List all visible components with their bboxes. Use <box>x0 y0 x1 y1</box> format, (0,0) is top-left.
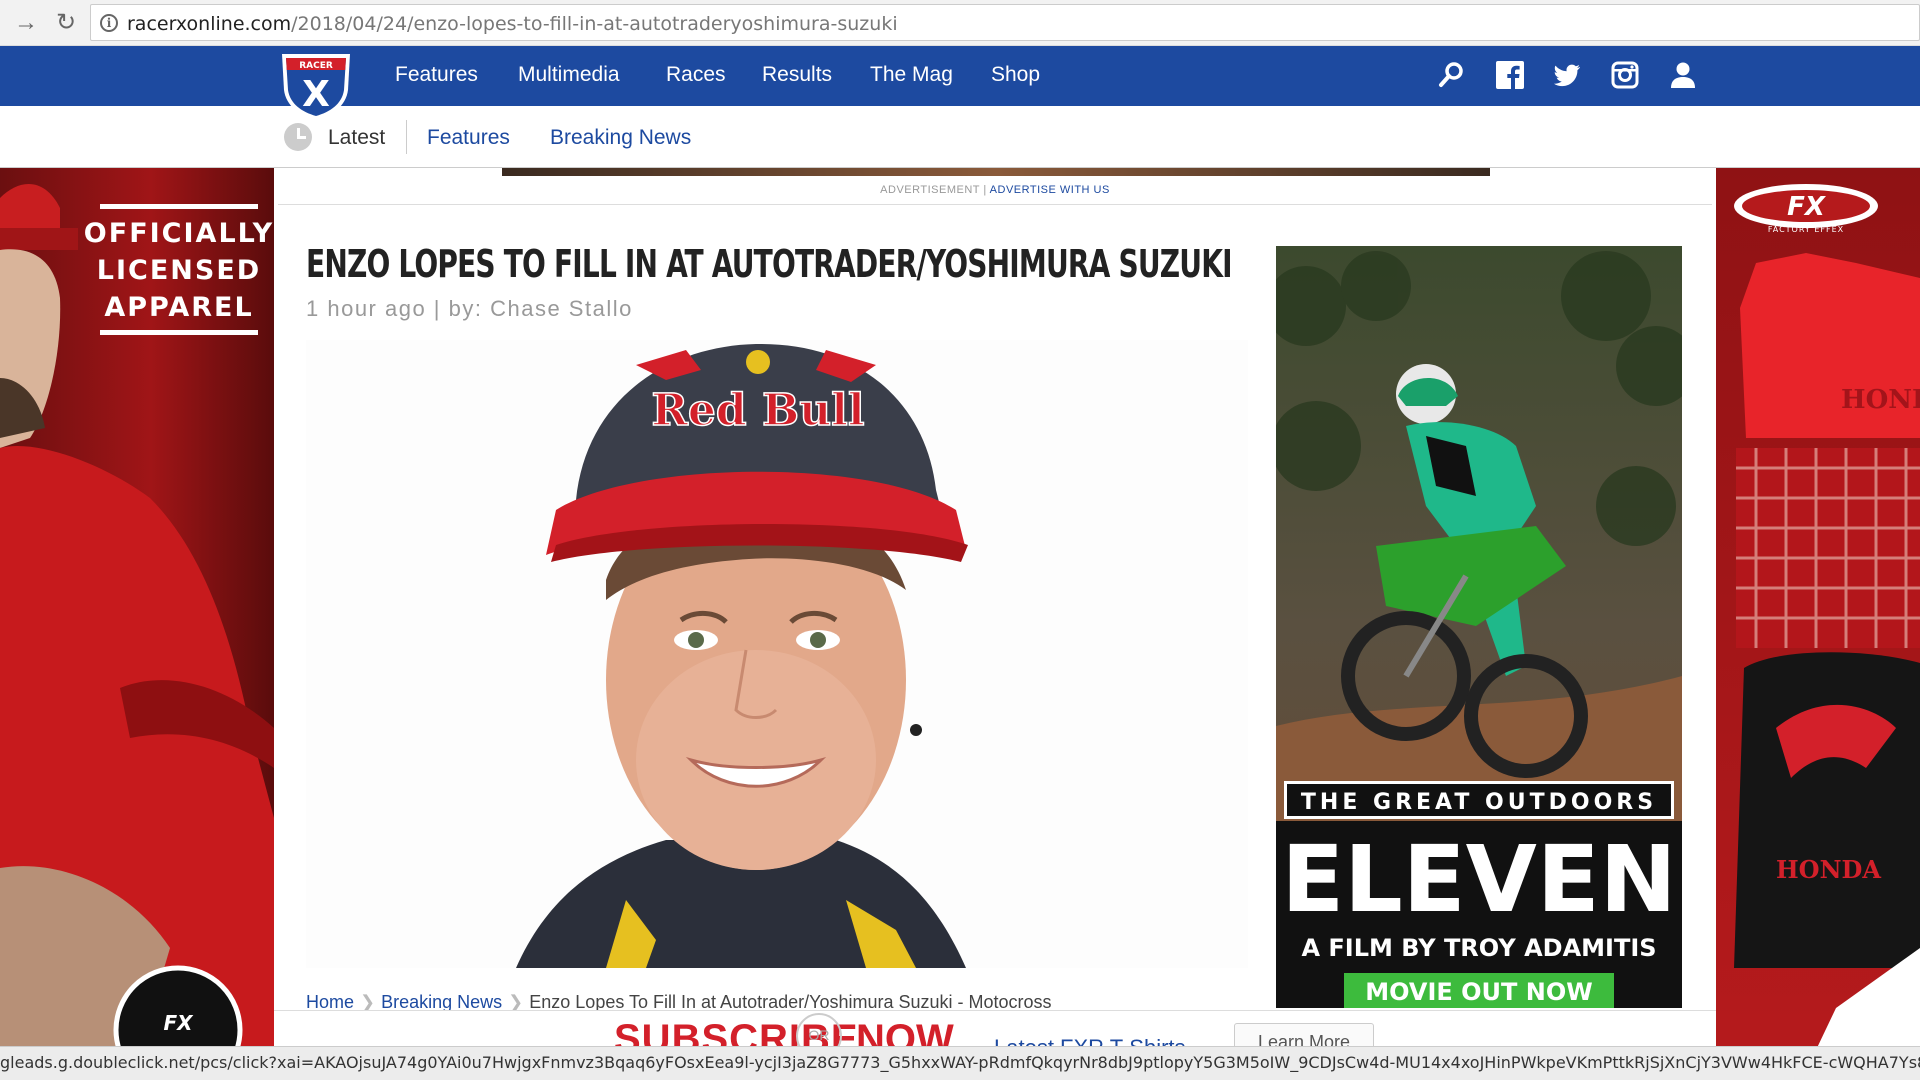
nav-features[interactable]: Features <box>395 63 478 87</box>
twitter-icon[interactable] <box>1552 60 1582 90</box>
sidebar-ad-line1: THE GREAT OUTDOORS <box>1301 790 1657 815</box>
nav-shop[interactable]: Shop <box>991 63 1040 87</box>
svg-text:Red Bull: Red Bull <box>651 385 864 436</box>
subnav-features[interactable]: Features <box>427 126 510 150</box>
sidebar-ad-line3: A FILM BY TROY ADAMITIS <box>1301 934 1656 962</box>
article-title: ENZO LOPES TO FILL IN AT AUTOTRADER/YOSH… <box>306 242 1233 286</box>
user-icon[interactable] <box>1668 60 1698 90</box>
nav-races[interactable]: Races <box>666 63 726 87</box>
breadcrumb-arrow-icon: ❯ <box>508 992 524 1012</box>
nav-multimedia[interactable]: Multimedia <box>518 63 620 87</box>
right-ad-brand: FX <box>1787 192 1827 222</box>
top-banner-ad[interactable] <box>502 168 1490 176</box>
right-ad-honda1: HONDA <box>1841 385 1920 415</box>
right-ad-graphic: FX FACTORY EFFEX HONDA HONDA <box>1734 184 1920 1050</box>
breadcrumb-current: Enzo Lopes To Fill In at Autotrader/Yosh… <box>529 992 1052 1012</box>
breadcrumb-breaking-news[interactable]: Breaking News <box>381 992 502 1012</box>
reload-icon[interactable]: ↻ <box>52 9 80 37</box>
nav-results[interactable]: Results <box>762 63 832 87</box>
info-icon[interactable]: i <box>100 14 118 32</box>
logo-letter: X <box>302 74 330 115</box>
right-ad-honda2: HONDA <box>1776 855 1881 884</box>
left-ad-line1: OFFICIALLY <box>84 218 274 249</box>
ad-label: ADVERTISEMENT | ADVERTISE WITH US <box>880 184 1110 196</box>
browser-toolbar: → ↻ i racerxonline.com/2018/04/24/enzo-l… <box>0 0 1920 46</box>
racerx-logo[interactable]: RACER X <box>276 50 356 122</box>
breadcrumb-home[interactable]: Home <box>306 992 354 1012</box>
sidebar-ad-line2: ELEVEN <box>1281 826 1676 933</box>
sidebar-ad-eleven[interactable]: THE GREAT OUTDOORS ELEVEN A FILM BY TROY… <box>1276 246 1682 1008</box>
left-ad-graphic: OFFICIALLY LICENSED APPAREL FX <box>0 184 274 1050</box>
left-ad-badge: FX <box>163 1011 194 1035</box>
subnav-divider <box>406 120 407 154</box>
clock-icon <box>284 123 312 151</box>
facebook-icon[interactable] <box>1495 60 1525 90</box>
address-bar[interactable]: i racerxonline.com/2018/04/24/enzo-lopes… <box>90 4 1920 41</box>
instagram-icon[interactable] <box>1610 60 1640 90</box>
forward-icon[interactable]: → <box>12 9 40 37</box>
breadcrumb-arrow-icon: ❯ <box>360 992 376 1012</box>
search-icon[interactable] <box>1437 60 1467 90</box>
sticky-subscribe-bar: SUBSCRIBE OR NOW Latest FXR T-Shirts Lea… <box>274 1010 1716 1050</box>
browser-status-bar: gleads.g.doubleclick.net/pcs/click?xai=A… <box>0 1046 1920 1080</box>
nav-the-mag[interactable]: The Mag <box>870 63 953 87</box>
left-ad-line3: APPAREL <box>104 292 253 323</box>
advertise-link[interactable]: ADVERTISE WITH US <box>990 184 1110 196</box>
url-text: racerxonline.com/2018/04/24/enzo-lopes-t… <box>127 13 898 35</box>
content-area: ADVERTISEMENT | ADVERTISE WITH US ENZO L… <box>274 168 1716 1050</box>
right-ad-sub: FACTORY EFFEX <box>1768 225 1844 234</box>
status-url: gleads.g.doubleclick.net/pcs/click?xai=A… <box>0 1053 1920 1072</box>
sidebar-ad-graphic: THE GREAT OUTDOORS ELEVEN A FILM BY TROY… <box>1276 246 1682 1008</box>
left-ad-line2: LICENSED <box>97 255 261 286</box>
right-skin-ad[interactable]: FX FACTORY EFFEX HONDA HONDA <box>1716 168 1920 1050</box>
subnav-latest[interactable]: Latest <box>328 126 385 150</box>
sidebar-ad-cta[interactable]: MOVIE OUT NOW <box>1365 978 1592 1006</box>
subnav-breaking-news[interactable]: Breaking News <box>550 126 691 150</box>
article-hero-image: Red Bull <box>306 340 1248 968</box>
logo-text: RACER <box>299 61 333 71</box>
article-byline: 1 hour ago | by: Chase Stallo <box>306 296 633 321</box>
left-skin-ad[interactable]: OFFICIALLY LICENSED APPAREL FX <box>0 168 274 1050</box>
rider-portrait: Red Bull <box>306 340 1248 968</box>
ad-divider <box>278 204 1712 205</box>
